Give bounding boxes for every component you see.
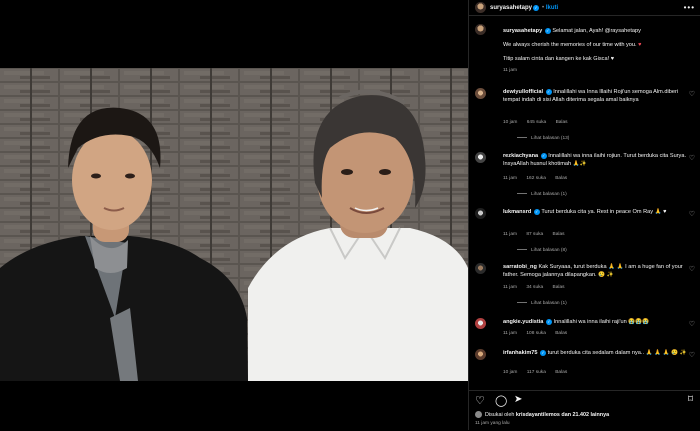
verified-badge-icon: ✓ [545,318,552,325]
comment-time: 10 jam [503,370,518,375]
like-comment-heart-icon[interactable]: ♡ [689,265,695,273]
share-send-icon[interactable]: ➤ [514,394,522,405]
comment-meta: 11 jam 87 suka Balas [503,232,573,237]
avatar[interactable] [475,411,482,418]
reply-button[interactable]: Balas [553,285,565,290]
comment-username[interactable]: dewiyullofficial [503,89,543,95]
comment-meta: 11 jam 34 suka Balas [503,285,573,290]
comments-scroll-area[interactable]: suryasahetapy ✓ Selamat jalan, Ayah! @ra… [469,22,700,390]
comment-username[interactable]: lukmansrd [503,209,531,215]
liked-by-count[interactable]: dan 21.402 lainnya [561,412,609,418]
follow-separator: • Ikuti [542,4,559,11]
comment-meta: 10 jam 117 suka Balas [503,370,575,375]
avatar[interactable] [475,152,486,163]
comment-body: angkie.yudistia ✓ Innalillahi wa inna il… [503,318,687,326]
avatar[interactable] [475,2,486,13]
comment-likes[interactable]: 87 suka [526,232,543,237]
post-sidebar: suryasahetapy ✓ • Ikuti ••• suryasahetap… [468,0,700,430]
verified-badge-icon: ✓ [544,27,551,34]
comment-likes[interactable]: 162 suka [526,176,545,181]
comment-username[interactable]: rezkiachyana [503,153,538,159]
heart-emoji-icon: ♥ [610,56,615,62]
comment-text: Turut berduka cita ya. Rest in peace Om … [541,209,667,215]
comment-text: Innalillahi wa inna ilaihi raji'un 😭😭😭 [553,319,650,325]
more-options-icon[interactable]: ••• [684,3,695,12]
comment-username[interactable]: sarratobi_ng [503,264,537,270]
caption-time: 11 jam [503,68,518,73]
comment-time: 10 jam [503,120,518,125]
post-username[interactable]: suryasahetapy [490,5,532,11]
avatar[interactable] [475,24,486,35]
avatar[interactable] [475,208,486,219]
comment-time: 11 jam [503,176,518,181]
caption-line-2: We always cherish the memories of our ti… [503,42,637,48]
comment-body: irfanhakim75 ✓ turut berduka cita sedala… [503,349,687,357]
comment-meta: 11 jam 162 suka Balas [503,176,575,181]
comment-time: 11 jam [503,331,518,336]
post-actions-bar: ♡ ◯ ➤ ⌑ Disukai oleh krisdayantilemos da… [469,390,700,431]
liked-by: Disukai oleh krisdayantilemos dan 21.402… [475,411,609,418]
reply-button[interactable]: Balas [555,331,567,336]
reply-button[interactable]: Balas [555,370,567,375]
comment-username[interactable]: angkie.yudistia [503,319,543,325]
like-comment-heart-icon[interactable]: ♡ [689,210,695,218]
avatar[interactable] [475,88,486,99]
verified-badge-icon: ✓ [540,152,547,159]
comment-text: turut berduka cita sedalam dalam nya.. 🙏… [547,350,687,356]
verified-badge-icon: ✓ [540,349,547,356]
comment-time: 11 jam [503,232,518,237]
avatar[interactable] [475,318,486,329]
comment-body: dewiyullofficial ✓ Innalillahi wa Inna I… [503,88,687,104]
reply-button[interactable]: Balas [553,232,565,237]
caption-username[interactable]: suryasahetapy [503,28,542,34]
post-header: suryasahetapy ✓ • Ikuti ••• [469,0,700,16]
view-replies-button[interactable]: Lihat balasan (8) [517,248,567,253]
heart-emoji-icon: ♥ [638,42,642,48]
follow-button[interactable]: Ikuti [546,5,558,11]
liked-by-prefix: Disukai oleh [485,411,515,418]
like-heart-icon[interactable]: ♡ [475,394,485,407]
like-comment-heart-icon[interactable]: ♡ [689,320,695,328]
avatar[interactable] [475,263,486,274]
post-media-pane [0,0,468,430]
post-photo[interactable] [0,68,468,381]
like-comment-heart-icon[interactable]: ♡ [689,351,695,359]
verified-badge-icon: ✓ [545,88,552,95]
reply-button[interactable]: Balas [555,176,567,181]
caption-line-1: Selamat jalan, Ayah! @raysahetapy [552,28,641,34]
comment-body: lukmansrd ✓ Turut berduka cita ya. Rest … [503,208,687,216]
like-comment-heart-icon[interactable]: ♡ [689,154,695,162]
comment-likes[interactable]: 108 suka [526,331,545,336]
comment-likes[interactable]: 645 suka [527,120,546,125]
liked-by-user[interactable]: krisdayantilemos [516,412,560,418]
comment-likes[interactable]: 117 suka [527,370,546,375]
comment-username[interactable]: irfanhakim75 [503,350,538,356]
comment-bubble-icon[interactable]: ◯ [495,394,507,407]
view-replies-button[interactable]: Lihat balasan (13) [517,136,569,141]
like-comment-heart-icon[interactable]: ♡ [689,90,695,98]
caption-text: suryasahetapy ✓ Selamat jalan, Ayah! @ra… [503,27,693,75]
comment-time: 11 jam [503,285,518,290]
comment-body: sarratobi_ng Kak Suryaaa, turut berduka … [503,263,687,279]
comment-meta: 11 jam 108 suka Balas [503,331,575,336]
verified-badge-icon: ✓ [533,208,540,215]
post-time-ago: 11 jam yang lalu [475,421,510,426]
reply-button[interactable]: Balas [556,120,568,125]
comment-meta: 10 jam 645 suka Balas [503,120,576,125]
comment-likes[interactable]: 34 suka [526,285,543,290]
view-replies-button[interactable]: Lihat balasan (1) [517,192,567,197]
view-replies-button[interactable]: Lihat balasan (1) [517,301,567,306]
bookmark-icon[interactable]: ⌑ [688,394,693,405]
comment-body: rezkiachyana ✓ Innalillahi wa inna ilaih… [503,152,687,168]
avatar[interactable] [475,349,486,360]
caption-line-3: Titip salam cinta dan kangen ke kak Gisc… [503,56,610,62]
verified-badge-icon: ✓ [533,4,540,11]
